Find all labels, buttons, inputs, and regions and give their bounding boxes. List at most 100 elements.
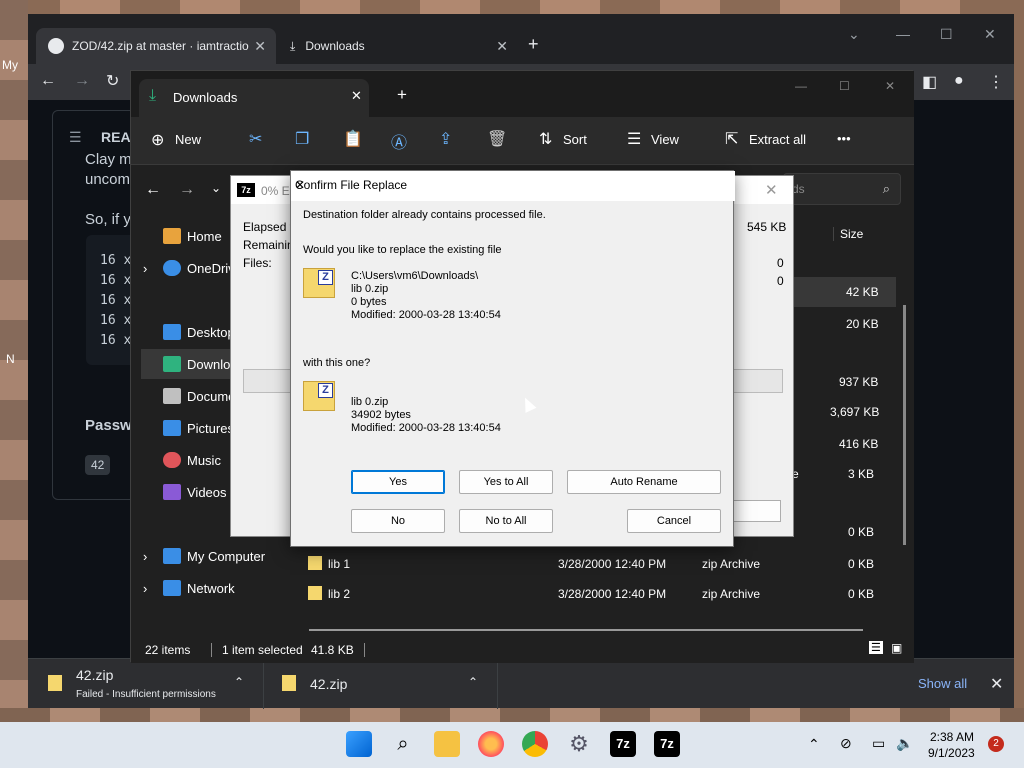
item-count: 22 items bbox=[145, 643, 191, 657]
settings-icon[interactable]: ⚙ bbox=[566, 731, 592, 757]
paste-icon[interactable]: 📋 bbox=[343, 129, 363, 149]
profile-icon[interactable]: ● bbox=[954, 72, 964, 90]
explorer-tab-title: Downloads bbox=[173, 90, 238, 105]
close-icon[interactable]: ✕ bbox=[765, 181, 778, 199]
close-icon[interactable]: ✕ bbox=[295, 178, 727, 192]
close-tab-icon[interactable]: ✕ bbox=[351, 88, 362, 104]
recent-chevron-icon[interactable]: ⌄ bbox=[211, 181, 221, 195]
no-button[interactable]: No bbox=[351, 509, 445, 533]
network-off-icon[interactable]: ⊘ bbox=[840, 735, 852, 752]
search-icon[interactable]: ⌕ bbox=[390, 731, 416, 757]
expand-chevron-icon[interactable]: › bbox=[143, 549, 147, 564]
start-icon[interactable] bbox=[346, 731, 372, 757]
copy-icon[interactable]: ❐ bbox=[295, 129, 309, 149]
delete-icon[interactable]: 🗑 bbox=[487, 129, 507, 149]
download-icon: ⤓ bbox=[149, 87, 157, 104]
sort-icon[interactable]: ⇅ bbox=[539, 129, 552, 149]
code-line: 16 x bbox=[100, 333, 132, 348]
expand-chevron-icon[interactable]: › bbox=[143, 581, 147, 596]
chevron-up-icon[interactable]: ⌃ bbox=[468, 675, 478, 689]
tiles-view-icon[interactable]: ▣ bbox=[891, 641, 902, 655]
sort-button[interactable]: Sort bbox=[563, 132, 587, 147]
7zip-taskbar-icon[interactable]: 7z bbox=[610, 731, 636, 757]
new-button[interactable]: New bbox=[175, 132, 201, 147]
tab-downloads[interactable]: ⤓ Downloads ✕ bbox=[278, 28, 518, 64]
reload-icon[interactable]: ↻ bbox=[106, 71, 119, 91]
chrome-icon[interactable] bbox=[522, 731, 548, 757]
close-tab-icon[interactable]: ✕ bbox=[496, 38, 508, 55]
tab-title: ZOD/42.zip at master · iamtractio bbox=[72, 39, 249, 53]
table-row[interactable]: lib 2 3/28/2000 12:40 PM zip Archive 0 K… bbox=[306, 579, 896, 609]
file-size: 0 KB bbox=[848, 587, 875, 601]
chevron-up-icon[interactable]: ⌃ bbox=[808, 736, 820, 753]
firefox-icon[interactable] bbox=[478, 731, 504, 757]
download-item[interactable]: 42.zip Failed - Insufficient permissions… bbox=[28, 659, 264, 709]
file-explorer-icon[interactable] bbox=[434, 731, 460, 757]
table-row[interactable]: lib 1 3/28/2000 12:40 PM zip Archive 0 K… bbox=[306, 549, 896, 579]
notification-badge[interactable]: 2 bbox=[988, 736, 1004, 752]
file-size: 937 KB bbox=[839, 375, 879, 389]
pictures-icon bbox=[163, 420, 181, 436]
maximize-icon[interactable]: ☐ bbox=[940, 26, 953, 43]
tab-search-icon[interactable]: ⌄ bbox=[848, 26, 860, 43]
menu-icon[interactable]: ⋮ bbox=[988, 72, 1004, 92]
close-downloads-icon[interactable]: ✕ bbox=[990, 674, 1003, 694]
close-window-icon[interactable]: ✕ bbox=[885, 79, 895, 93]
back-icon[interactable]: ← bbox=[40, 72, 56, 90]
more-options-button[interactable]: ••• bbox=[837, 131, 851, 146]
download-item[interactable]: 42.zip ⌃ bbox=[266, 659, 498, 709]
sidepanel-icon[interactable]: ◧ bbox=[922, 72, 937, 92]
desktop-label-n: N bbox=[6, 352, 15, 366]
minimize-icon[interactable]: — bbox=[795, 79, 807, 93]
maximize-icon[interactable]: ☐ bbox=[839, 79, 850, 93]
download-icon bbox=[163, 356, 181, 372]
display-icon[interactable]: ▭ bbox=[872, 735, 885, 752]
explorer-tab-downloads[interactable]: ⤓ Downloads ✕ bbox=[139, 79, 369, 117]
sidebar-item-network[interactable]: › Network bbox=[141, 573, 291, 603]
clock-time[interactable]: 2:38 AM bbox=[930, 730, 974, 744]
yes-to-all-button[interactable]: Yes to All bbox=[459, 470, 553, 494]
share-icon[interactable]: ⇪ bbox=[439, 129, 452, 149]
view-icon[interactable]: ☰ bbox=[627, 129, 641, 149]
minimize-icon[interactable]: — bbox=[896, 26, 910, 42]
forward-icon[interactable]: → bbox=[74, 72, 90, 90]
tab-github[interactable]: ZOD/42.zip at master · iamtractio ✕ bbox=[36, 28, 276, 64]
no-to-all-button[interactable]: No to All bbox=[459, 509, 553, 533]
new-tab-icon[interactable]: + bbox=[397, 85, 407, 105]
rename-icon[interactable]: Ⓐ bbox=[391, 129, 407, 153]
close-tab-icon[interactable]: ✕ bbox=[254, 38, 266, 55]
horizontal-scrollbar[interactable] bbox=[309, 629, 863, 631]
details-view-icon[interactable]: ☰ bbox=[869, 641, 883, 654]
desktop-wallpaper-bottom bbox=[0, 708, 1024, 722]
vertical-scrollbar[interactable] bbox=[903, 305, 906, 545]
chevron-up-icon[interactable]: ⌃ bbox=[234, 675, 244, 689]
desktop-icon bbox=[163, 324, 181, 340]
view-button[interactable]: View bbox=[651, 132, 679, 147]
new-tab-button[interactable]: + bbox=[528, 34, 539, 55]
cloud-icon bbox=[163, 260, 181, 276]
search-box[interactable]: ds ⌕ bbox=[783, 173, 901, 205]
column-header-size[interactable]: Size bbox=[833, 227, 863, 241]
new-icon[interactable]: ⊕ bbox=[151, 130, 164, 150]
yes-button[interactable]: Yes bbox=[351, 470, 445, 494]
sidebar-item-my-computer[interactable]: › My Computer bbox=[141, 541, 291, 571]
7zip-taskbar-icon[interactable]: 7z bbox=[654, 731, 680, 757]
close-window-icon[interactable]: ✕ bbox=[984, 26, 996, 43]
back-icon[interactable]: ← bbox=[145, 181, 161, 199]
forward-icon[interactable]: → bbox=[179, 181, 195, 199]
clock-date[interactable]: 9/1/2023 bbox=[928, 746, 975, 760]
file-size: 0 KB bbox=[848, 525, 875, 539]
expand-chevron-icon[interactable]: › bbox=[143, 261, 147, 276]
password-value: 42 bbox=[85, 455, 111, 475]
cut-icon[interactable]: ✂ bbox=[249, 129, 262, 149]
sidebar-item-label: Music bbox=[187, 452, 221, 468]
show-all-link[interactable]: Show all bbox=[918, 676, 967, 691]
extract-icon[interactable]: ⇱ bbox=[725, 129, 738, 149]
files-label: Files: bbox=[243, 256, 272, 270]
home-icon bbox=[163, 228, 181, 244]
cancel-button[interactable]: Cancel bbox=[627, 509, 721, 533]
volume-icon[interactable]: 🔈 bbox=[896, 735, 913, 752]
extract-all-button[interactable]: Extract all bbox=[749, 132, 806, 147]
auto-rename-button[interactable]: Auto Rename bbox=[567, 470, 721, 494]
sidebar-item-label: Desktop bbox=[187, 324, 235, 340]
